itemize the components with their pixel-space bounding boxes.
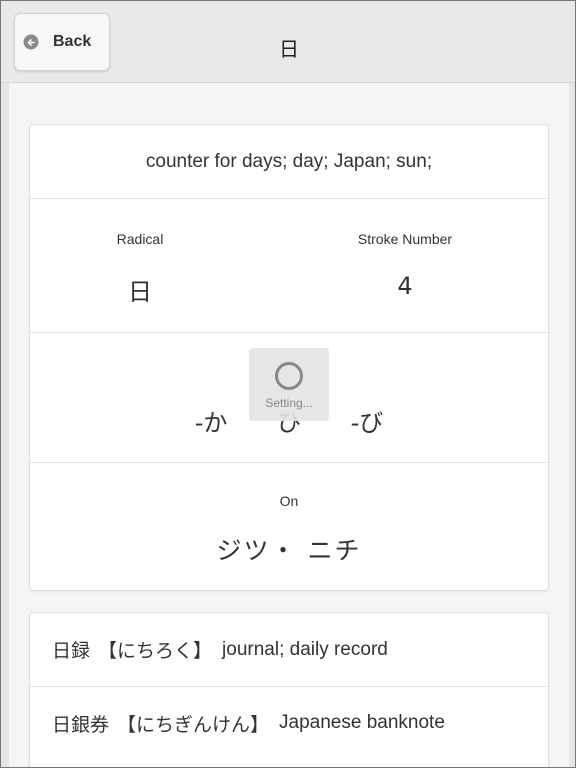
on-reading-value: ジツ・ ニチ: [216, 536, 362, 565]
kun-reading-item: -び: [350, 409, 384, 437]
radical-label: Radical: [116, 231, 164, 247]
radical-stroke-row: Radical 日 Stroke Number 4: [30, 198, 548, 332]
navigation-bar: Back 日: [1, 1, 575, 83]
on-reading-label: On: [279, 493, 299, 509]
compound-word: 日録: [52, 640, 91, 662]
loading-indicator: Setting...: [249, 348, 329, 421]
compound-gloss: journal; daily record: [222, 638, 388, 660]
compound-gloss: Japanese banknote: [279, 712, 445, 733]
compound-word: 日銀券: [52, 713, 110, 736]
stroke-number-label: Stroke Number: [357, 231, 453, 247]
compound-list-card: 日録 【にちろく】 journal; daily record 日銀券 【にちぎ…: [29, 612, 549, 767]
content-area: counter for days; day; Japan; sun; Radic…: [9, 83, 569, 767]
on-reading-row: On ジツ・ ニチ: [30, 462, 548, 592]
compound-reading: 【にちろく】: [98, 640, 213, 662]
loading-text: Setting...: [265, 396, 313, 410]
radical-value: 日: [128, 278, 152, 306]
compound-reading: 【にちぎんけん】: [117, 713, 270, 736]
kun-reading-item: -か: [194, 409, 228, 437]
page-title: 日: [279, 37, 299, 61]
kanji-meaning: counter for days; day; Japan; sun;: [145, 150, 433, 172]
spinner-icon: [275, 362, 303, 390]
app-window: Back 日 counter for days; day; Japan; sun…: [0, 0, 576, 768]
compound-list-item[interactable]: 日録 【にちろく】 journal; daily record: [30, 613, 548, 686]
stroke-number-value: 4: [397, 272, 413, 300]
compound-list-item[interactable]: 日銀券 【にちぎんけん】 Japanese banknote: [30, 686, 548, 759]
